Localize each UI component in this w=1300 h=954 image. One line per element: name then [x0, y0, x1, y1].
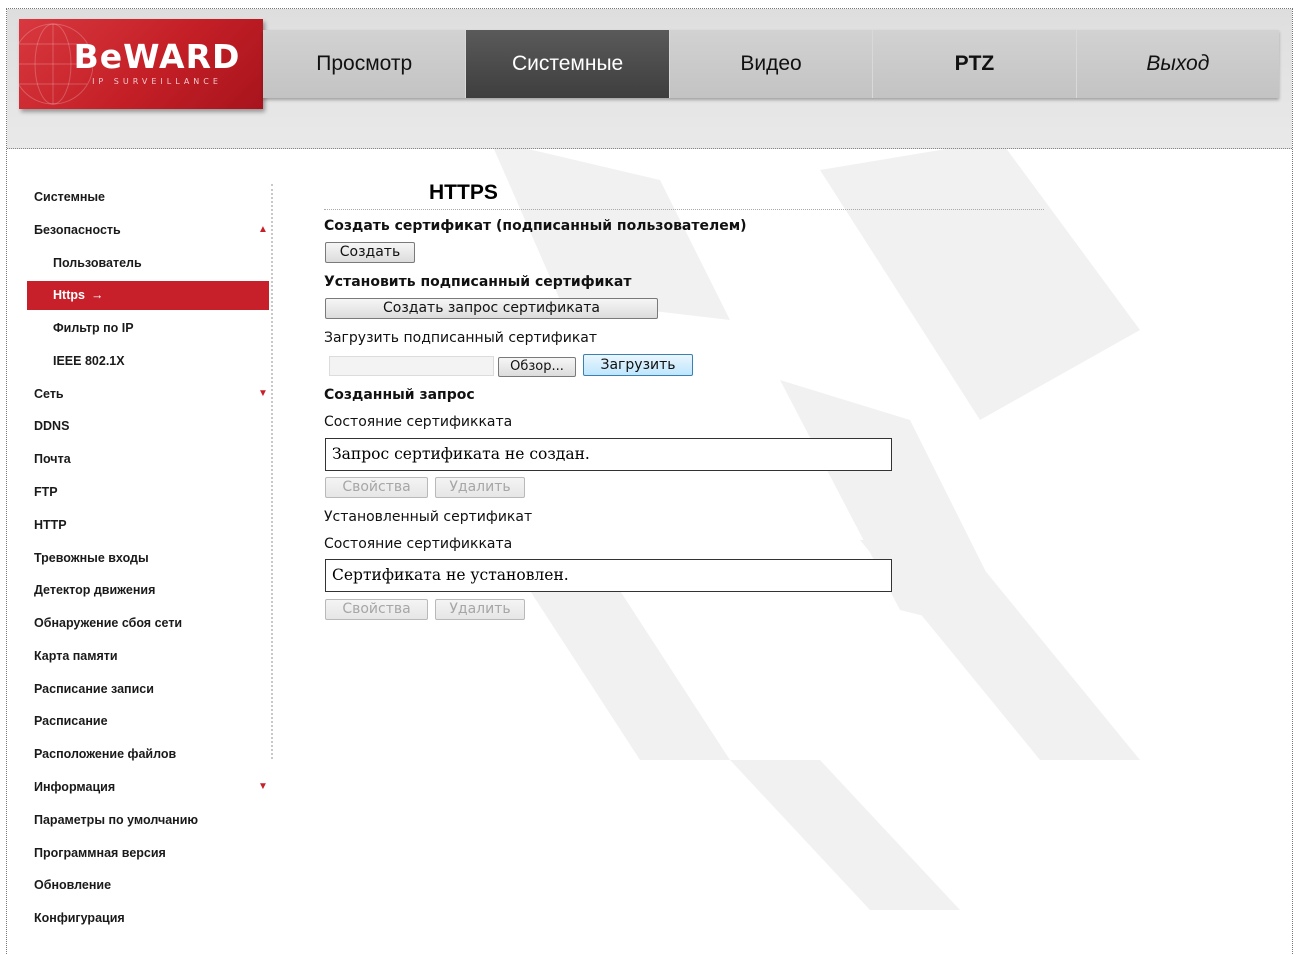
installed-properties-button[interactable]: Свойства	[325, 599, 428, 620]
sidebar-item-label: Фильтр по IP	[53, 321, 134, 335]
installed-delete-button[interactable]: Удалить	[435, 599, 525, 620]
brand-name: BeWARD	[73, 37, 241, 76]
tab-ptz[interactable]: PTZ	[873, 30, 1077, 98]
sidebar-item-label: Конфигурация	[34, 911, 125, 925]
brand-logo[interactable]: BeWARD IP SURVEILLANCE	[19, 19, 263, 109]
sidebar-item-label: Обновление	[34, 878, 112, 892]
sidebar-item-firmware-version[interactable]: Программная версия	[27, 839, 269, 867]
sidebar-item-label: Карта памяти	[34, 649, 118, 663]
installed-state-label: Состояние сертификката	[324, 536, 513, 552]
install-signed-heading: Установить подписанный сертификат	[324, 274, 632, 290]
sidebar-item-configuration[interactable]: Конфигурация	[27, 904, 269, 932]
browse-button[interactable]: Обзор...	[498, 357, 576, 377]
sidebar-item-label: HTTP	[34, 518, 67, 532]
create-request-button[interactable]: Создать запрос сертификата	[325, 298, 658, 319]
sidebar-item-label: Расписание	[34, 714, 108, 728]
sidebar-item-label: IEEE 802.1X	[53, 354, 125, 368]
sidebar-item-label: Пользователь	[53, 256, 142, 270]
upload-label: Загрузить подписанный сертификат	[324, 330, 598, 346]
sidebar-item-label: Детектор движения	[34, 583, 156, 597]
tab-view[interactable]: Просмотр	[263, 30, 467, 98]
sidebar-item-schedule[interactable]: Расписание	[27, 707, 269, 735]
sidebar-item-alarm-inputs[interactable]: Тревожные входы	[27, 544, 269, 572]
brand-tagline: IP SURVEILLANCE	[92, 77, 222, 86]
sidebar-item-record-schedule[interactable]: Расписание записи	[27, 675, 269, 703]
sidebar-item-http[interactable]: HTTP	[27, 511, 269, 539]
tab-video[interactable]: Видео	[670, 30, 874, 98]
sidebar-item-file-location[interactable]: Расположение файлов	[27, 740, 269, 768]
created-request-heading: Созданный запрос	[324, 387, 475, 403]
sidebar-item-defaults[interactable]: Параметры по умолчанию	[27, 806, 269, 834]
upload-button[interactable]: Загрузить	[583, 354, 693, 376]
sidebar-item-network[interactable]: Сеть ▼	[27, 380, 269, 408]
sidebar-item-mail[interactable]: Почта	[27, 445, 269, 473]
sidebar-item-label: Безопасность	[34, 223, 121, 237]
request-properties-button[interactable]: Свойства	[325, 477, 428, 498]
sidebar-item-update[interactable]: Обновление	[27, 871, 269, 899]
sidebar-item-label: Обнаружение сбоя сети	[34, 616, 183, 630]
sidebar-divider	[271, 184, 273, 759]
request-state-value: Запрос сертификата не создан.	[325, 438, 892, 471]
expand-down-icon[interactable]: ▼	[257, 773, 269, 801]
sidebar-item-label: Https	[53, 288, 85, 302]
sidebar-item-label: Почта	[34, 452, 71, 466]
create-cert-heading: Создать сертификат (подписанный пользова…	[324, 218, 747, 234]
tab-logout[interactable]: Выход	[1077, 30, 1279, 98]
sidebar-item-system[interactable]: Системные	[27, 183, 269, 211]
sidebar-item-ddns[interactable]: DDNS	[27, 412, 269, 440]
sidebar-item-network-failure[interactable]: Обнаружение сбоя сети	[27, 609, 269, 637]
expand-down-icon[interactable]: ▼	[257, 380, 269, 408]
tab-system[interactable]: Системные	[466, 30, 670, 98]
sidebar-item-motion-detection[interactable]: Детектор движения	[27, 576, 269, 604]
sidebar-item-ftp[interactable]: FTP	[27, 478, 269, 506]
sidebar-item-user[interactable]: Пользователь	[27, 249, 269, 277]
sidebar-item-label: Расположение файлов	[34, 747, 177, 761]
sidebar-item-label: FTP	[34, 485, 58, 499]
sidebar-item-https[interactable]: Https →	[27, 281, 269, 310]
installed-state-value: Сертификата не установлен.	[325, 559, 892, 592]
sidebar-item-label: DDNS	[34, 419, 70, 433]
request-state-label: Состояние сертификката	[324, 414, 513, 430]
sidebar-item-ip-filter[interactable]: Фильтр по IP	[27, 314, 269, 342]
sidebar-item-label: Расписание записи	[34, 682, 154, 696]
top-navigation: Просмотр Системные Видео PTZ Выход	[263, 30, 1279, 98]
sidebar-item-label: Параметры по умолчанию	[34, 813, 199, 827]
sidebar-item-information[interactable]: Информация ▼	[27, 773, 269, 801]
sidebar-item-label: Тревожные входы	[34, 551, 149, 565]
sidebar-item-ieee8021x[interactable]: IEEE 802.1X	[27, 347, 269, 375]
title-divider	[324, 209, 1044, 210]
collapse-up-icon[interactable]: ▲	[257, 216, 269, 244]
sidebar-item-label: Системные	[34, 190, 105, 204]
sidebar-item-label: Информация	[34, 780, 116, 794]
sidebar-item-label: Программная версия	[34, 846, 166, 860]
file-path-field[interactable]	[329, 356, 494, 376]
create-cert-button[interactable]: Создать	[325, 242, 415, 263]
installed-heading: Установленный сертификат	[324, 509, 533, 525]
sidebar-item-label: Сеть	[34, 387, 64, 401]
arrow-right-icon: →	[90, 288, 104, 302]
sidebar-item-memory-card[interactable]: Карта памяти	[27, 642, 269, 670]
page-title: HTTPS	[429, 181, 498, 204]
sidebar-item-security[interactable]: Безопасность ▲	[27, 216, 269, 244]
request-delete-button[interactable]: Удалить	[435, 477, 525, 498]
